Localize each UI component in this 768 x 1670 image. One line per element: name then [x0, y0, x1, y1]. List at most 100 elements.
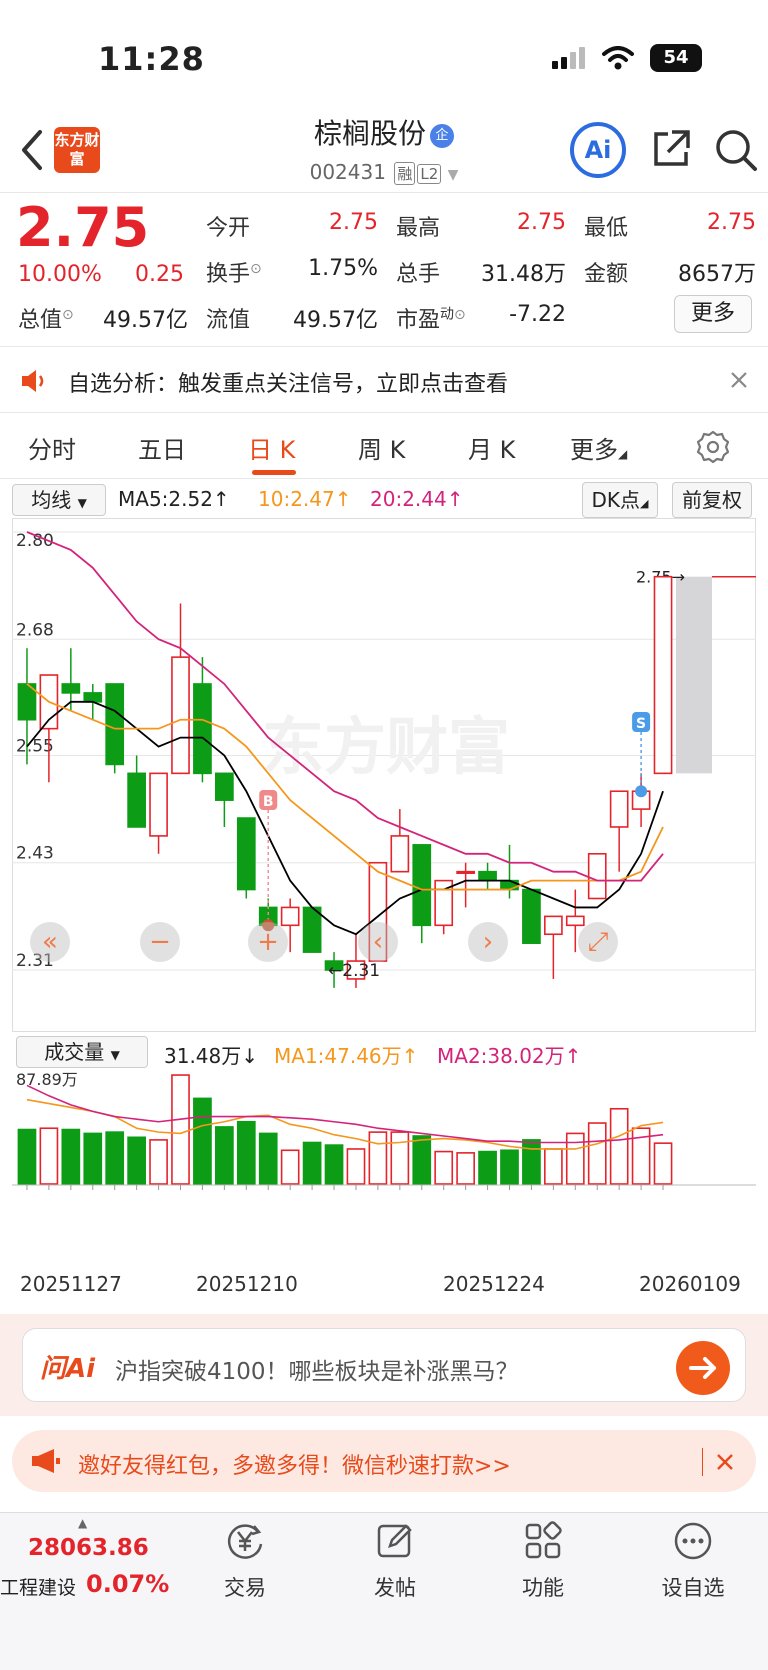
enterprise-badge: 企: [430, 124, 454, 148]
invite-text[interactable]: 邀好友得红包，多邀多得！微信秒速打款>>: [78, 1448, 511, 1480]
close-icon[interactable]: [730, 371, 748, 389]
trade-marker-label: B: [263, 794, 274, 810]
ai-button[interactable]: Ai: [570, 122, 626, 178]
index-value[interactable]: 28063.86: [28, 1535, 149, 1561]
signal-icon: [552, 47, 585, 69]
low-label: 最低: [584, 216, 629, 241]
dk-point-button[interactable]: DK点◢: [582, 482, 658, 518]
dropdown-icon[interactable]: ▼: [448, 167, 459, 183]
zoom-out-icon[interactable]: −: [140, 922, 180, 962]
nav-post[interactable]: 发帖: [340, 1520, 450, 1602]
volume-bar: [258, 1132, 278, 1185]
volume-indicator-select[interactable]: 成交量 ▼: [16, 1036, 148, 1068]
x-tick: 20251210: [196, 1272, 298, 1296]
volume-bar: [17, 1128, 37, 1185]
volume-bar: [171, 1074, 190, 1185]
volume-bar: [236, 1120, 256, 1185]
volume-bar: [522, 1139, 541, 1185]
candle-body: [61, 683, 81, 694]
pe-value: -7.22: [509, 302, 566, 327]
info-icon[interactable]: ⊙: [250, 261, 262, 277]
candle-body: [149, 772, 168, 837]
pe-sup: 动: [440, 306, 455, 323]
tab-daily-k[interactable]: 日 K: [248, 430, 295, 465]
volume-bar: [653, 1142, 673, 1185]
info-icon[interactable]: ⊙: [62, 307, 74, 323]
adjust-button[interactable]: 前复权: [672, 482, 752, 518]
volume-bar: [500, 1149, 519, 1185]
battery-icon: 54: [650, 44, 702, 72]
arrow-right-icon[interactable]: [676, 1341, 730, 1395]
volume-bar: [412, 1135, 432, 1185]
candle-body: [478, 870, 497, 882]
more-dots-icon: [674, 1522, 712, 1560]
volume-bar: [390, 1131, 410, 1185]
fullscreen-icon[interactable]: ⤢: [578, 922, 618, 962]
candle-body: [280, 906, 300, 927]
tab-more[interactable]: 更多◢: [570, 430, 627, 465]
candle-body: [565, 915, 585, 927]
search-icon[interactable]: [714, 128, 758, 172]
volume-value: 31.48万: [481, 262, 566, 287]
volume-bar: [215, 1126, 234, 1185]
candle-body: [390, 835, 410, 873]
nav-watchlist[interactable]: 设自选: [638, 1520, 748, 1602]
tab-monthly-k[interactable]: 月 K: [468, 430, 515, 465]
prev-icon[interactable]: ‹: [358, 922, 398, 962]
grid-icon: [525, 1521, 562, 1559]
yen-cycle-icon: [227, 1524, 263, 1559]
settings-icon[interactable]: [696, 430, 730, 464]
more-button[interactable]: 更多: [674, 295, 752, 333]
close-icon[interactable]: [716, 1453, 734, 1471]
status-time: 11:28: [98, 40, 205, 78]
tab-intraday[interactable]: 分时: [28, 430, 76, 465]
candle-body: [500, 879, 519, 891]
mktcap-value: 49.57亿: [103, 308, 188, 333]
volume-chart[interactable]: 87.89万: [12, 1068, 756, 1268]
notice-text[interactable]: 自选分析：触发重点关注信号，立即点击查看: [68, 366, 508, 398]
volume-bar: [609, 1107, 629, 1185]
share-icon[interactable]: [650, 128, 692, 170]
amount-value: 8657万: [678, 262, 756, 287]
x-tick: 20251224: [443, 1272, 545, 1296]
nav-label: 设自选: [661, 1576, 725, 1600]
volume-ma2: MA2:38.02万↑: [437, 1044, 582, 1068]
index-name: 工程建设: [0, 1577, 77, 1599]
info-icon[interactable]: ⊙: [454, 307, 466, 323]
volume-bar: [456, 1152, 475, 1185]
control-button-glyph: «: [42, 927, 58, 957]
active-tab-indicator: [252, 470, 296, 475]
ask-ai-prompt[interactable]: 沪指突破4100！哪些板块是补涨黑马？: [115, 1352, 519, 1386]
candle-body: [127, 772, 146, 828]
control-button-glyph: ‹: [373, 927, 383, 957]
trade-marker-dot: [635, 785, 648, 798]
volume-bar: [105, 1131, 125, 1185]
open-label: 今开: [206, 216, 251, 241]
tab-five-day[interactable]: 五日: [138, 430, 186, 465]
nav-trade[interactable]: 交易: [190, 1520, 300, 1602]
nav-label: 发帖: [374, 1576, 416, 1600]
volume-bar: [346, 1148, 366, 1185]
volume-axis-max: 87.89万: [16, 1070, 78, 1089]
limit-band: [676, 576, 712, 774]
candle-body: [193, 683, 212, 775]
ma20-value: 20:2.44↑: [370, 487, 464, 511]
nav-label: 交易: [224, 1576, 266, 1600]
indicator-select[interactable]: 均线 ▼: [12, 484, 106, 516]
next-icon[interactable]: ›: [468, 922, 508, 962]
scroll-left-icon[interactable]: «: [30, 922, 70, 962]
candle-body: [587, 852, 607, 900]
kline-chart[interactable]: 2.802.682.552.432.31东方财富2.75→←2.31BS«−+‹…: [12, 518, 756, 1032]
tab-weekly-k[interactable]: 周 K: [358, 430, 405, 465]
level2-tag: L2: [417, 164, 442, 184]
volume-value: 31.48万↓: [164, 1044, 259, 1068]
candle-body: [105, 683, 125, 766]
zoom-in-icon[interactable]: +: [248, 922, 288, 962]
volume-bar: [149, 1139, 168, 1185]
candle-body: [456, 870, 475, 874]
candle-body: [171, 656, 190, 775]
nav-functions[interactable]: 功能: [488, 1520, 598, 1602]
corner-arrow-icon: ◢: [640, 497, 649, 510]
expand-up-icon[interactable]: ▲: [78, 1516, 87, 1530]
volume-bar: [434, 1150, 454, 1185]
